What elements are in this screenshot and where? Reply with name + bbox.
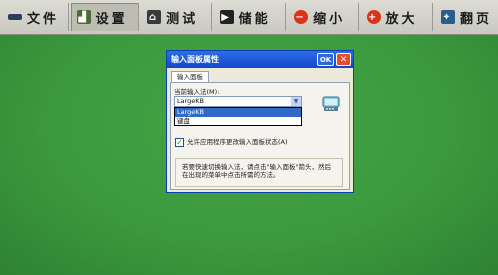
- taskbar-file-label: 文件: [27, 11, 60, 27]
- taskbar-page-label: 翻页: [459, 11, 492, 27]
- taskbar-page-button[interactable]: ✦ 翻页: [435, 3, 498, 31]
- allow-app-change-checkbox[interactable]: ✓: [175, 138, 184, 147]
- help-group: 若要快速切换输入法，请点击"输入面板"箭头，然后在出现的菜单中点击所需的方法。: [175, 158, 343, 187]
- file-icon: [8, 14, 22, 20]
- close-button[interactable]: ✕: [336, 53, 351, 66]
- taskbar-zoom-in-button[interactable]: + 放大: [361, 3, 433, 31]
- taskbar-zoom-in-label: 放大: [385, 11, 418, 27]
- test-icon: ⌂: [147, 10, 162, 24]
- allow-app-change-option: ✓ 允许应用程序更改输入面板状态(A): [175, 138, 337, 147]
- zoom-out-icon: −: [294, 10, 309, 24]
- input-method-dropdown: LargeKB 键盘: [174, 107, 302, 126]
- desktop: 文件 ▟ 设置 ⌂ 测试 ▶ 储能 − 缩小 + 放大 ✦ 翻页 输入面板属性: [0, 0, 498, 275]
- help-text: 若要快速切换输入法，请点击"输入面板"箭头，然后在出现的菜单中点击所需的方法。: [182, 163, 331, 179]
- taskbar-test-label: 测试: [166, 11, 199, 27]
- zoom-in-icon: +: [366, 10, 381, 24]
- settings-icon: ▟: [76, 10, 91, 24]
- storage-icon: ▶: [219, 10, 234, 24]
- taskbar-zoom-out-button[interactable]: − 缩小: [288, 3, 359, 31]
- chevron-down-icon[interactable]: ▼: [291, 97, 301, 106]
- dialog-title: 输入面板属性: [171, 55, 219, 64]
- input-panel-properties-dialog: 输入面板属性 OK ✕ 输入面板 当前输入法(M): LargeKB ▼ Lar…: [166, 50, 354, 193]
- allow-app-change-label: 允许应用程序更改输入面板状态(A): [187, 138, 288, 146]
- page-icon: ✦: [440, 10, 455, 24]
- dropdown-option-largekb[interactable]: LargeKB: [175, 108, 301, 117]
- current-method-label: 当前输入法(M):: [174, 88, 220, 96]
- taskbar-storage-button[interactable]: ▶ 储能: [214, 3, 287, 31]
- keyboard-icon: [322, 96, 340, 111]
- taskbar-settings-button[interactable]: ▟ 设置: [70, 3, 140, 31]
- taskbar-storage-label: 储能: [238, 11, 271, 27]
- taskbar-file-button[interactable]: 文件: [2, 3, 69, 31]
- dropdown-option-keyboard[interactable]: 键盘: [175, 117, 301, 126]
- taskbar-settings-label: 设置: [95, 11, 128, 27]
- dialog-titlebar[interactable]: 输入面板属性 OK ✕: [167, 51, 353, 68]
- taskbar: 文件 ▟ 设置 ⌂ 测试 ▶ 储能 − 缩小 + 放大 ✦ 翻页: [0, 0, 498, 35]
- input-method-select[interactable]: LargeKB ▼: [174, 96, 302, 107]
- taskbar-zoom-out-label: 缩小: [313, 11, 346, 27]
- ok-button[interactable]: OK: [317, 53, 334, 66]
- input-method-value: LargeKB: [177, 97, 205, 105]
- tab-panel: 当前输入法(M): LargeKB ▼ LargeKB 键盘 ✓ 允许应用程序更…: [170, 82, 350, 190]
- taskbar-test-button[interactable]: ⌂ 测试: [141, 3, 212, 31]
